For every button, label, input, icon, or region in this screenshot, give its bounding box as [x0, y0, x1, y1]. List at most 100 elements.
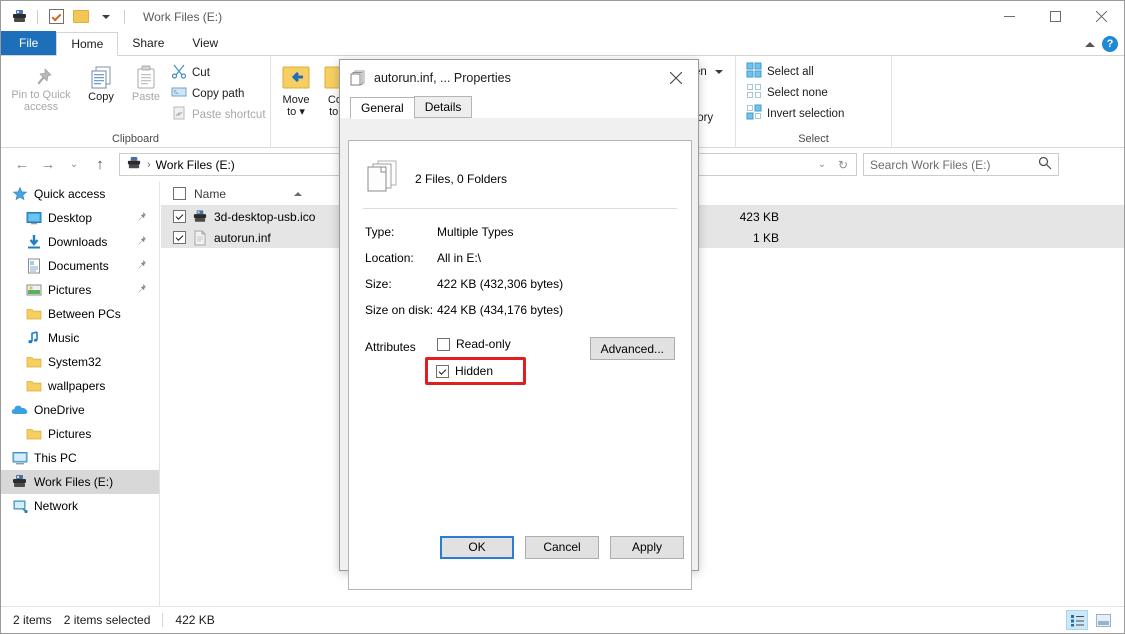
- pin-icon[interactable]: [136, 259, 147, 273]
- sidebar-item-label: System32: [48, 355, 101, 369]
- sidebar-item-network[interactable]: Network: [1, 494, 159, 518]
- back-arrow-icon[interactable]: ←: [9, 152, 35, 178]
- readonly-attribute[interactable]: Read-only: [437, 337, 526, 351]
- maximize-button[interactable]: [1032, 1, 1078, 32]
- select-all-button[interactable]: Select all: [746, 61, 844, 82]
- property-key: Size:: [361, 277, 437, 291]
- ribbon-tab-share[interactable]: Share: [118, 31, 178, 55]
- sidebar-item-work-files-e[interactable]: Work Files (E:): [1, 470, 159, 494]
- dialog-tab-details[interactable]: Details: [414, 96, 473, 118]
- sidebar-item-desktop[interactable]: Desktop: [1, 206, 159, 230]
- sidebar-item-quick-access[interactable]: Quick access: [1, 182, 159, 206]
- clipboard-group-label: Clipboard: [1, 133, 270, 145]
- sidebar-item-music[interactable]: Music: [1, 326, 159, 350]
- sidebar-item-system32[interactable]: System32: [1, 350, 159, 374]
- toolbar-divider-2: [124, 10, 125, 24]
- copy-button[interactable]: Copy: [79, 60, 123, 103]
- large-icons-view-icon[interactable]: [1092, 610, 1114, 630]
- usb-drive-icon: [192, 209, 208, 225]
- sidebar-item-wallpapers[interactable]: wallpapers: [1, 374, 159, 398]
- dialog-title: autorun.inf, ... Properties: [374, 71, 511, 85]
- copy-path-button[interactable]: \\.. Copy path: [171, 83, 266, 104]
- properties-dialog: autorun.inf, ... Properties General Deta…: [339, 59, 699, 571]
- search-icon[interactable]: [1038, 156, 1052, 173]
- breadcrumb-label[interactable]: Work Files (E:): [156, 158, 235, 172]
- pin-icon[interactable]: [136, 283, 147, 297]
- hidden-checkbox[interactable]: [436, 365, 449, 378]
- window-controls: [986, 1, 1124, 32]
- sidebar-item-onedrive[interactable]: OneDrive: [1, 398, 159, 422]
- breadcrumb-separator[interactable]: ›: [147, 159, 151, 171]
- cut-button[interactable]: Cut: [171, 62, 266, 83]
- readonly-checkbox[interactable]: [437, 338, 450, 351]
- attributes-list: Read-only Hidden: [437, 337, 526, 385]
- dialog-tab-general[interactable]: General: [350, 97, 415, 119]
- sidebar-item-label: OneDrive: [34, 403, 85, 417]
- ribbon-tab-view[interactable]: View: [178, 31, 232, 55]
- minimize-button[interactable]: [986, 1, 1032, 32]
- new-folder-icon[interactable]: [71, 7, 91, 27]
- recent-locations-icon[interactable]: ⌄: [61, 152, 87, 178]
- forward-arrow-icon[interactable]: →: [35, 152, 61, 178]
- chevron-up-icon[interactable]: [1085, 42, 1095, 47]
- select-none-button[interactable]: Select none: [746, 82, 844, 103]
- ribbon-tab-home[interactable]: Home: [56, 32, 118, 56]
- apply-button[interactable]: Apply: [610, 536, 684, 559]
- breadcrumb[interactable]: › Work Files (E:): [122, 156, 239, 174]
- pin-to-quick-access-button[interactable]: Pin to Quick access: [7, 60, 75, 113]
- pin-icon[interactable]: [136, 211, 147, 225]
- invert-selection-button[interactable]: Invert selection: [746, 103, 844, 124]
- status-bar: 2 items 2 items selected 422 KB: [1, 606, 1124, 633]
- refresh-icon[interactable]: ↻: [832, 152, 854, 178]
- ribbon-group-open: en t tory: [694, 56, 736, 148]
- readonly-label: Read-only: [456, 337, 511, 351]
- usb-drive-icon[interactable]: [9, 7, 29, 27]
- hidden-attribute-highlight: Hidden: [425, 357, 526, 385]
- cancel-button[interactable]: Cancel: [525, 536, 599, 559]
- paste-button[interactable]: Paste: [123, 60, 169, 103]
- properties-checkbox-icon[interactable]: [46, 7, 66, 27]
- music-icon: [25, 330, 42, 346]
- help-icon[interactable]: ?: [1102, 36, 1118, 52]
- move-to-label-1: Move: [283, 94, 310, 106]
- view-buttons: [1066, 610, 1124, 630]
- ribbon-group-select: Select all Select none Invert selection …: [736, 56, 892, 148]
- sidebar-item-between-pcs[interactable]: Between PCs: [1, 302, 159, 326]
- search-input[interactable]: Search Work Files (E:): [863, 153, 1059, 176]
- up-arrow-icon[interactable]: ↑: [87, 152, 113, 178]
- sidebar-item-pictures[interactable]: Pictures: [1, 278, 159, 302]
- select-all-checkbox[interactable]: [173, 187, 186, 200]
- hidden-attribute[interactable]: Hidden: [436, 364, 493, 378]
- property-key: Type:: [361, 225, 437, 239]
- sidebar-item-downloads[interactable]: Downloads: [1, 230, 159, 254]
- invert-selection-label: Invert selection: [767, 108, 844, 120]
- sidebar-item-documents[interactable]: Documents: [1, 254, 159, 278]
- row-checkbox[interactable]: [173, 210, 186, 223]
- sidebar-item-this-pc[interactable]: This PC: [1, 446, 159, 470]
- row-checkbox[interactable]: [173, 231, 186, 244]
- paste-shortcut-label: Paste shortcut: [192, 109, 266, 121]
- address-history-icon[interactable]: ⌄: [812, 152, 832, 178]
- invert-selection-icon: [746, 104, 762, 123]
- sidebar-item-label: Desktop: [48, 211, 92, 225]
- property-row: Location:All in E:\: [361, 245, 679, 271]
- sidebar-item-pictures[interactable]: Pictures: [1, 422, 159, 446]
- close-button[interactable]: [1078, 1, 1124, 32]
- details-view-icon[interactable]: [1066, 610, 1088, 630]
- navigation-pane[interactable]: Quick access Desktop DownloadsDocuments Pic…: [1, 182, 160, 607]
- chevron-down-icon[interactable]: [96, 7, 116, 27]
- dialog-close-button[interactable]: [654, 60, 698, 96]
- advanced-button[interactable]: Advanced...: [590, 337, 675, 360]
- multiple-files-icon-large: [365, 159, 399, 198]
- move-to-button[interactable]: Move to ▾: [275, 60, 317, 118]
- ribbon-tab-strip: File Home Share View ?: [1, 32, 1124, 56]
- column-header-name-label: Name: [194, 187, 226, 201]
- sidebar-item-label: Pictures: [48, 283, 91, 297]
- network-icon: [11, 498, 28, 514]
- pin-icon[interactable]: [136, 235, 147, 249]
- property-row: Type:Multiple Types: [361, 219, 679, 245]
- paste-shortcut-button[interactable]: Paste shortcut: [171, 104, 266, 125]
- usb-drive-icon: [126, 156, 142, 174]
- ribbon-tab-file[interactable]: File: [1, 31, 56, 55]
- ok-button[interactable]: OK: [440, 536, 514, 559]
